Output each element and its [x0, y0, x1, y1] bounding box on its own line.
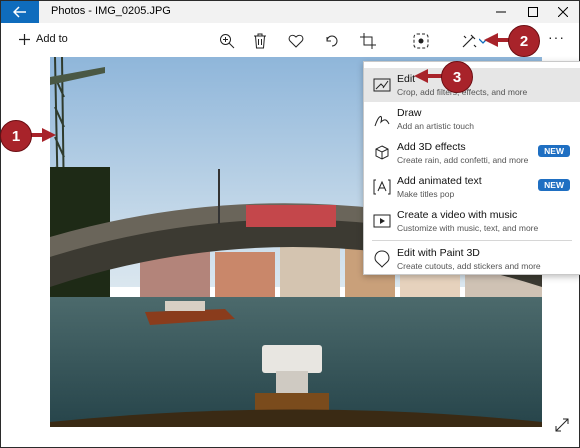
- edit-create-button[interactable]: [459, 31, 479, 51]
- menu-item-title: Add animated text: [397, 175, 482, 187]
- menu-item-video[interactable]: Create a video with music Customize with…: [364, 204, 580, 238]
- add-to-label: Add to: [36, 33, 68, 45]
- menu-item-title: Edit: [397, 73, 416, 85]
- window-title: Photos - IMG_0205.JPG: [51, 5, 171, 17]
- callout-1-arrowhead: [42, 128, 56, 142]
- back-button[interactable]: [1, 1, 39, 23]
- add-to-button[interactable]: Add to: [19, 33, 68, 45]
- edit-photo-icon: [373, 78, 391, 92]
- minimize-icon: [496, 11, 506, 13]
- callout-2-arrowhead: [484, 33, 498, 47]
- edit-create-menu: Edit Crop, add filters, effects, and mor…: [363, 61, 580, 275]
- menu-item-title: Draw: [397, 107, 422, 119]
- maximize-icon: [528, 7, 538, 17]
- 3d-effects-icon: [375, 145, 389, 160]
- plus-icon: [19, 33, 30, 45]
- expand-icon[interactable]: [555, 418, 569, 432]
- menu-item-title: Edit with Paint 3D: [397, 247, 480, 259]
- callout-3: 3: [441, 61, 473, 93]
- callout-1: 1: [0, 120, 32, 152]
- new-badge: NEW: [538, 145, 570, 157]
- menu-item-subtitle: Customize with music, text, and more: [397, 223, 539, 233]
- callout-2: 2: [508, 25, 540, 57]
- edit-create-icon: [462, 34, 477, 48]
- menu-item-3d-effects[interactable]: Add 3D effects Create rain, add confetti…: [364, 136, 580, 170]
- video-icon: [373, 214, 391, 228]
- callout-3-arrowhead: [414, 69, 428, 83]
- close-button[interactable]: [547, 1, 579, 23]
- menu-item-title: Create a video with music: [397, 209, 518, 221]
- draw-icon: [374, 116, 390, 127]
- menu-item-subtitle: Add an artistic touch: [397, 121, 475, 131]
- favorite-button[interactable]: [286, 31, 306, 51]
- animated-text-icon: [373, 179, 391, 195]
- paint3d-icon: [374, 250, 390, 268]
- maximize-button[interactable]: [517, 1, 549, 23]
- zoom-button[interactable]: [217, 31, 237, 51]
- minimize-button[interactable]: [485, 1, 517, 23]
- menu-item-subtitle: Create cutouts, add stickers and more: [397, 261, 541, 271]
- rotate-button[interactable]: [322, 31, 342, 51]
- delete-icon: [254, 33, 266, 49]
- favorite-icon: [288, 34, 304, 48]
- enhance-icon: [413, 33, 429, 49]
- enhance-button[interactable]: [411, 31, 431, 51]
- menu-item-paint3d[interactable]: Edit with Paint 3D Create cutouts, add s…: [364, 242, 580, 276]
- crop-icon: [360, 33, 376, 49]
- menu-item-subtitle: Make titles pop: [397, 189, 455, 199]
- rotate-icon: [326, 35, 338, 47]
- menu-item-subtitle: Create rain, add confetti, and more: [397, 155, 529, 165]
- title-bar: Photos - IMG_0205.JPG: [1, 1, 579, 23]
- menu-divider: [372, 240, 572, 241]
- back-arrow-icon: [13, 6, 26, 18]
- menu-item-title: Add 3D effects: [397, 141, 466, 153]
- delete-button[interactable]: [250, 31, 270, 51]
- menu-item-draw[interactable]: Draw Add an artistic touch: [364, 102, 580, 136]
- crop-button[interactable]: [358, 31, 378, 51]
- more-options-button[interactable]: ···: [548, 29, 565, 45]
- zoom-icon: [220, 34, 235, 49]
- close-icon: [558, 7, 568, 17]
- menu-item-animated-text[interactable]: Add animated text Make titles pop NEW: [364, 170, 580, 204]
- new-badge: NEW: [538, 179, 570, 191]
